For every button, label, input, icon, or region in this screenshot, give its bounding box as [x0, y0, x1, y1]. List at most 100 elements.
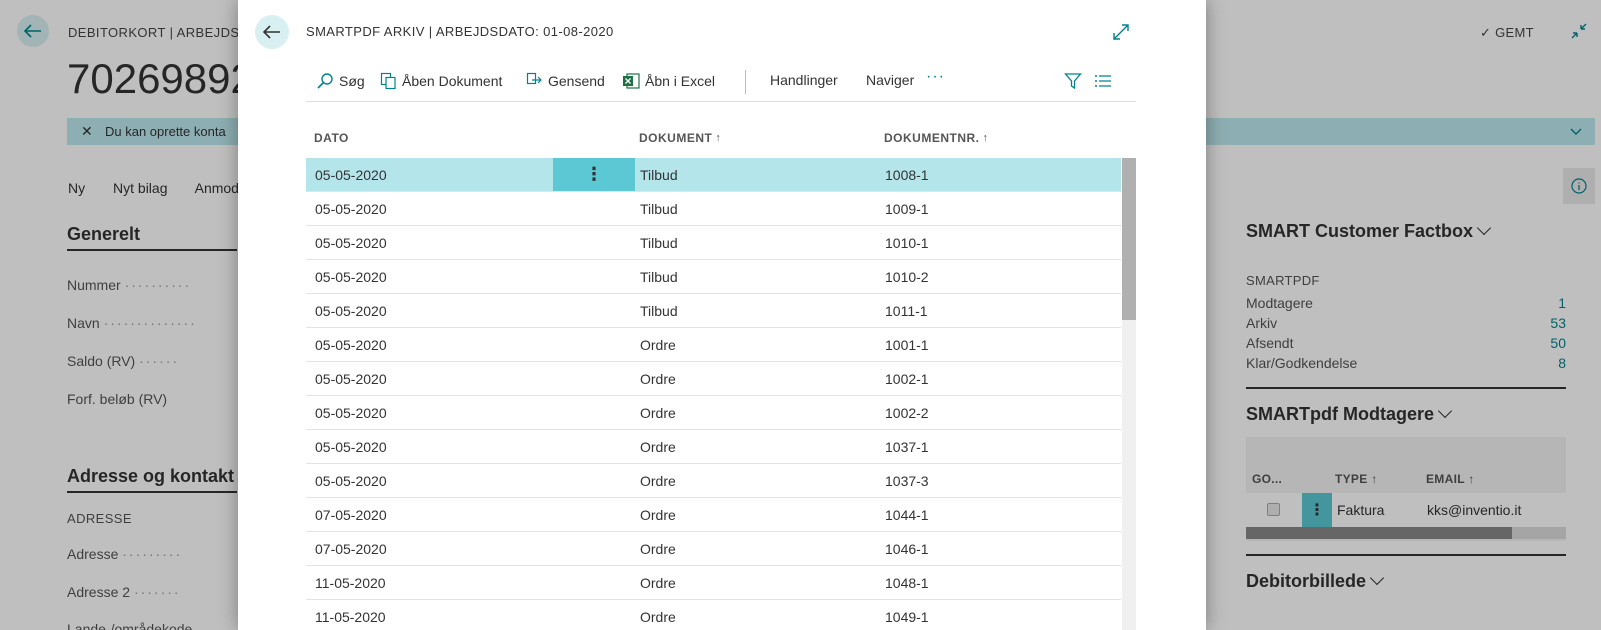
collapse-icon[interactable]: [1570, 22, 1588, 40]
row-menu-button[interactable]: ⋮: [1302, 493, 1332, 527]
cell-document-no[interactable]: 1001-1: [885, 337, 929, 353]
cell-document[interactable]: Tilbud: [640, 167, 678, 183]
checkbox[interactable]: [1267, 503, 1280, 516]
horizontal-scrollbar[interactable]: [1246, 527, 1566, 539]
cell-document-no[interactable]: 1037-3: [885, 473, 929, 489]
cell-document[interactable]: Ordre: [640, 405, 676, 421]
filter-icon[interactable]: [1064, 72, 1082, 90]
cell-document-no[interactable]: 1008-1: [885, 167, 929, 183]
open-in-excel-button[interactable]: Åbn i Excel: [622, 72, 715, 90]
cell-date[interactable]: 05-05-2020: [315, 405, 387, 421]
table-row[interactable]: 05-05-2020⋮Ordre1037-1: [306, 430, 1121, 464]
recipient-email[interactable]: kks@inventio.it: [1427, 502, 1521, 518]
navigate-menu[interactable]: Naviger: [866, 72, 914, 88]
column-header-type[interactable]: TYPE ↑: [1335, 472, 1378, 486]
table-row[interactable]: 05-05-2020⋮Ordre1002-2: [306, 396, 1121, 430]
column-header-go[interactable]: GO...: [1252, 472, 1282, 486]
request-action[interactable]: Anmod: [195, 180, 239, 196]
info-button[interactable]: [1563, 168, 1595, 204]
cell-date[interactable]: 05-05-2020: [315, 235, 387, 251]
chevron-down-icon: [1437, 403, 1453, 419]
cell-document-no[interactable]: 1002-1: [885, 371, 929, 387]
table-row[interactable]: 07-05-2020⋮Ordre1044-1: [306, 498, 1121, 532]
cell-document[interactable]: Ordre: [640, 575, 676, 591]
cell-document[interactable]: Tilbud: [640, 201, 678, 217]
column-header-email[interactable]: EMAIL ↑: [1426, 472, 1475, 486]
back-button[interactable]: [17, 15, 49, 47]
cell-document[interactable]: Tilbud: [640, 235, 678, 251]
actions-menu[interactable]: Handlinger: [770, 72, 838, 88]
table-row[interactable]: ⋮ Faktura kks@inventio.it: [1246, 493, 1566, 527]
cell-date[interactable]: 05-05-2020: [315, 201, 387, 217]
cell-document-no[interactable]: 1009-1: [885, 201, 929, 217]
new-action[interactable]: Ny: [68, 180, 85, 196]
vertical-scrollbar[interactable]: [1122, 158, 1136, 630]
new-document-action[interactable]: Nyt bilag: [113, 180, 167, 196]
cell-document[interactable]: Ordre: [640, 541, 676, 557]
cell-document[interactable]: Tilbud: [640, 303, 678, 319]
cell-date[interactable]: 07-05-2020: [315, 541, 387, 557]
table-row[interactable]: 05-05-2020 ⋮ Tilbud 1008-1: [306, 158, 1121, 192]
chevron-down-icon[interactable]: [1569, 124, 1583, 138]
row-menu-button[interactable]: ⋮: [553, 158, 635, 191]
table-row[interactable]: 05-05-2020⋮Ordre1037-3: [306, 464, 1121, 498]
column-header-document[interactable]: DOKUMENT ↑: [639, 131, 721, 145]
section-general[interactable]: Generelt: [67, 224, 140, 245]
factbox-title[interactable]: SMART Customer Factbox: [1246, 220, 1492, 242]
sort-arrow-icon: ↑: [1468, 472, 1475, 486]
cell-document[interactable]: Ordre: [640, 439, 676, 455]
table-row[interactable]: 05-05-2020⋮Tilbud1010-2: [306, 260, 1121, 294]
scrollbar-thumb[interactable]: [1122, 158, 1136, 320]
cell-document-no[interactable]: 1011-1: [885, 303, 928, 319]
banner-text: Du kan oprette konta: [105, 124, 226, 139]
field-balance: Saldo (RV) ······: [67, 353, 180, 369]
cell-document-no[interactable]: 1010-2: [885, 269, 929, 285]
cell-document[interactable]: Ordre: [640, 473, 676, 489]
table-row[interactable]: 05-05-2020⋮Ordre1001-1: [306, 328, 1121, 362]
table-row[interactable]: 05-05-2020⋮Tilbud1011-1: [306, 294, 1121, 328]
recipients-title[interactable]: SMARTpdf Modtagere: [1246, 403, 1453, 425]
cell-date[interactable]: 05-05-2020: [315, 269, 387, 285]
cell-date[interactable]: 11-05-2020: [315, 575, 386, 591]
cell-document[interactable]: Ordre: [640, 507, 676, 523]
table-row[interactable]: 11-05-2020⋮Ordre1048-1: [306, 566, 1121, 600]
cell-document-no[interactable]: 1044-1: [885, 507, 929, 523]
cell-document-no[interactable]: 1002-2: [885, 405, 929, 421]
more-options-button[interactable]: ···: [926, 68, 945, 86]
cell-date[interactable]: 05-05-2020: [315, 371, 387, 387]
expand-icon[interactable]: [1112, 23, 1130, 41]
table-row[interactable]: 07-05-2020⋮Ordre1046-1: [306, 532, 1121, 566]
column-header-document-no[interactable]: DOKUMENTNR. ↑: [884, 131, 989, 145]
cell-date[interactable]: 05-05-2020: [315, 303, 387, 319]
table-row[interactable]: 05-05-2020⋮Tilbud1009-1: [306, 192, 1121, 226]
search-button[interactable]: Søg: [316, 72, 365, 90]
open-document-button[interactable]: Åben Dokument: [380, 72, 502, 90]
cell-date[interactable]: 05-05-2020: [315, 473, 387, 489]
cell-date[interactable]: 05-05-2020: [315, 167, 387, 183]
table-row[interactable]: 05-05-2020⋮Ordre1002-1: [306, 362, 1121, 396]
cell-date[interactable]: 11-05-2020: [315, 609, 386, 625]
customer-picture-title[interactable]: Debitorbillede: [1246, 570, 1385, 592]
cell-document[interactable]: Tilbud: [640, 269, 678, 285]
table-row[interactable]: 11-05-2020⋮Ordre1049-1: [306, 600, 1121, 630]
cell-document-no[interactable]: 1048-1: [885, 575, 929, 591]
cell-document[interactable]: Ordre: [640, 371, 676, 387]
scrollbar-thumb[interactable]: [1246, 527, 1512, 539]
grid-rows: 05-05-2020⋮Tilbud1008-105-05-2020⋮Tilbud…: [306, 158, 1121, 630]
cell-document-no[interactable]: 1046-1: [885, 541, 929, 557]
cell-document-no[interactable]: 1037-1: [885, 439, 929, 455]
table-row[interactable]: 05-05-2020⋮Tilbud1010-1: [306, 226, 1121, 260]
close-icon[interactable]: ✕: [81, 123, 93, 140]
list-view-icon[interactable]: [1094, 72, 1112, 90]
cell-document[interactable]: Ordre: [640, 609, 676, 625]
resend-button[interactable]: Gensend: [526, 72, 605, 90]
cell-date[interactable]: 05-05-2020: [315, 337, 387, 353]
cell-document[interactable]: Ordre: [640, 337, 676, 353]
back-button[interactable]: [255, 15, 289, 49]
cell-date[interactable]: 05-05-2020: [315, 439, 387, 455]
section-address[interactable]: Adresse og kontakt: [67, 466, 234, 487]
cell-date[interactable]: 07-05-2020: [315, 507, 387, 523]
column-header-date[interactable]: DATO: [314, 131, 349, 145]
cell-document-no[interactable]: 1010-1: [885, 235, 929, 251]
cell-document-no[interactable]: 1049-1: [885, 609, 929, 625]
